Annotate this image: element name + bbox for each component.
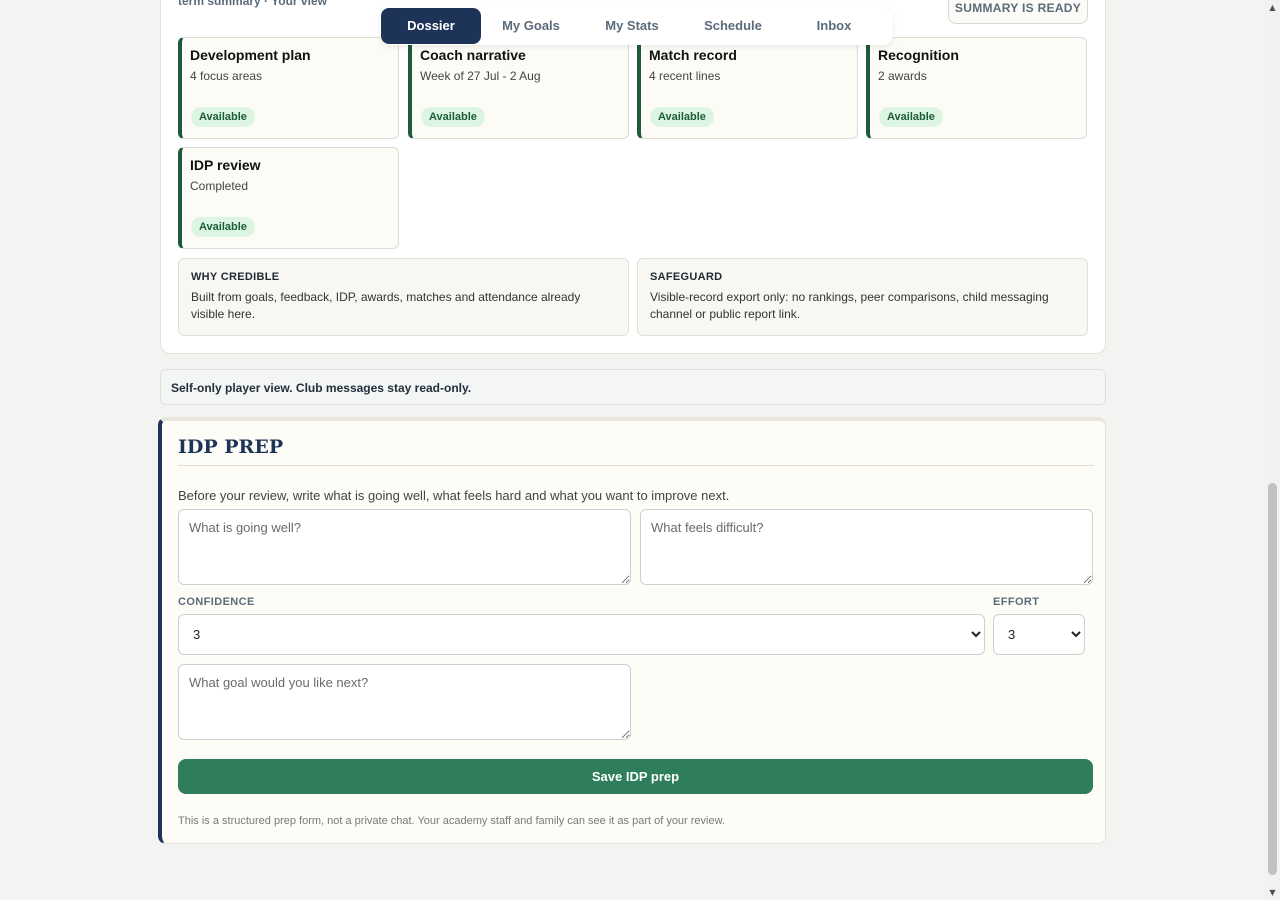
idp-footnote: This is a structured prep form, not a pr… bbox=[178, 815, 726, 827]
card-coach-narrative[interactable]: Coach narrative Week of 27 Jul - 2 Aug A… bbox=[408, 37, 629, 139]
page-scrollbar[interactable]: ▲ ▼ bbox=[1265, 0, 1280, 900]
why-credible-text: Built from goals, feedback, IDP, awards,… bbox=[191, 290, 581, 321]
card-subtitle: 4 focus areas bbox=[190, 69, 263, 83]
card-development-plan[interactable]: Development plan 4 focus areas Available bbox=[178, 37, 399, 139]
going-well-input[interactable] bbox=[178, 509, 631, 585]
status-badge: Available bbox=[650, 107, 714, 127]
main-nav: Dossier My Goals My Stats Schedule Inbox bbox=[380, 7, 893, 45]
card-match-record[interactable]: Match record 4 recent lines Available bbox=[637, 37, 858, 139]
status-badge: Available bbox=[879, 107, 943, 127]
difficult-input[interactable] bbox=[640, 509, 1093, 585]
card-title: IDP review bbox=[190, 157, 261, 173]
safeguard-title: SAFEGUARD bbox=[650, 271, 723, 283]
tab-my-goals[interactable]: My Goals bbox=[481, 8, 581, 44]
confidence-label: CONFIDENCE bbox=[178, 596, 255, 608]
confidence-select[interactable]: 3 bbox=[178, 614, 985, 655]
card-idp-review[interactable]: IDP review Completed Available bbox=[178, 147, 399, 249]
tab-dossier[interactable]: Dossier bbox=[381, 8, 481, 44]
effort-select[interactable]: 3 bbox=[993, 614, 1085, 655]
idp-prep-panel: IDP PREP Before your review, write what … bbox=[158, 417, 1106, 844]
card-subtitle: Completed bbox=[190, 179, 249, 193]
why-credible-box: WHY CREDIBLE Built from goals, feedback,… bbox=[178, 258, 629, 336]
safeguard-box: SAFEGUARD Visible-record export only: no… bbox=[637, 258, 1088, 336]
tab-schedule[interactable]: Schedule bbox=[683, 8, 783, 44]
divider bbox=[178, 465, 1094, 466]
scroll-down-icon[interactable]: ▼ bbox=[1265, 885, 1280, 900]
status-badge: Available bbox=[191, 107, 255, 127]
idp-intro: Before your review, write what is going … bbox=[178, 488, 730, 503]
card-subtitle: 4 recent lines bbox=[649, 69, 721, 83]
card-title: Development plan bbox=[190, 47, 311, 63]
save-idp-prep-button[interactable]: Save IDP prep bbox=[178, 759, 1093, 794]
tab-my-stats[interactable]: My Stats bbox=[582, 8, 682, 44]
summary-caption: term summary · Your view bbox=[178, 0, 327, 8]
card-title: Match record bbox=[649, 47, 737, 63]
self-view-notice: Self-only player view. Club messages sta… bbox=[160, 369, 1106, 405]
next-goal-input[interactable] bbox=[178, 664, 631, 740]
status-badge: Available bbox=[421, 107, 485, 127]
card-recognition[interactable]: Recognition 2 awards Available bbox=[866, 37, 1087, 139]
tab-inbox[interactable]: Inbox bbox=[784, 8, 884, 44]
summary-ready-badge: SUMMARY IS READY bbox=[948, 0, 1088, 24]
why-credible-title: WHY CREDIBLE bbox=[191, 271, 280, 283]
status-badge: Available bbox=[191, 217, 255, 237]
card-subtitle: Week of 27 Jul - 2 Aug bbox=[420, 69, 541, 83]
idp-title: IDP PREP bbox=[178, 436, 284, 458]
effort-label: EFFORT bbox=[993, 596, 1040, 608]
scroll-up-icon[interactable]: ▲ bbox=[1265, 0, 1280, 15]
safeguard-text: Visible-record export only: no rankings,… bbox=[650, 290, 1049, 321]
scroll-thumb[interactable] bbox=[1268, 483, 1277, 875]
card-title: Recognition bbox=[878, 47, 959, 63]
card-subtitle: 2 awards bbox=[878, 69, 927, 83]
card-title: Coach narrative bbox=[420, 47, 526, 63]
